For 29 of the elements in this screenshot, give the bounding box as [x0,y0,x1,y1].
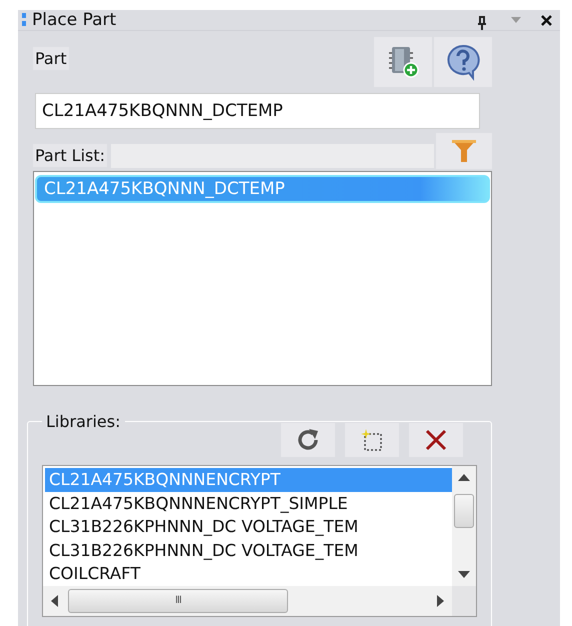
close-icon[interactable] [541,14,552,26]
library-item[interactable]: CL31B226KPHNNN_DC VOLTAGE_TEM [45,515,452,538]
libraries-label: Libraries: [45,412,122,431]
library-item[interactable]: COILCRAFT [45,562,452,586]
vertical-scrollbar[interactable] [452,466,476,586]
scroll-up-icon[interactable] [458,474,470,481]
chip-plus-icon [386,45,420,79]
delete-button[interactable] [409,423,463,457]
scroll-thumb[interactable]: III [68,588,288,612]
scroll-left-icon[interactable] [51,594,58,606]
grip-icon [22,13,26,27]
add-part-button[interactable] [374,37,432,87]
part-name-field[interactable]: CL21A475KBQNNN_DCTEMP [35,93,480,129]
horizontal-scrollbar[interactable]: III [43,586,452,616]
refresh-button[interactable] [281,423,335,457]
funnel-icon [451,138,477,164]
panel-title: Place Part [32,10,118,30]
scrollbar-corner [452,586,476,616]
dashed-square-icon [359,427,385,453]
help-button[interactable] [434,37,492,87]
pin-icon[interactable] [477,16,487,30]
library-item[interactable]: CL31B226KPHNNN_DC VOLTAGE_TEM [45,538,452,562]
part-label: Part [33,46,69,70]
scroll-thumb[interactable] [454,494,474,528]
delete-icon [424,428,448,452]
scroll-down-icon[interactable] [458,570,470,578]
library-item[interactable]: CL21A475KBQNNNENCRYPT_SIMPLE [45,492,452,515]
part-list-label: Part List: [33,144,108,166]
scroll-right-icon[interactable] [437,594,444,606]
